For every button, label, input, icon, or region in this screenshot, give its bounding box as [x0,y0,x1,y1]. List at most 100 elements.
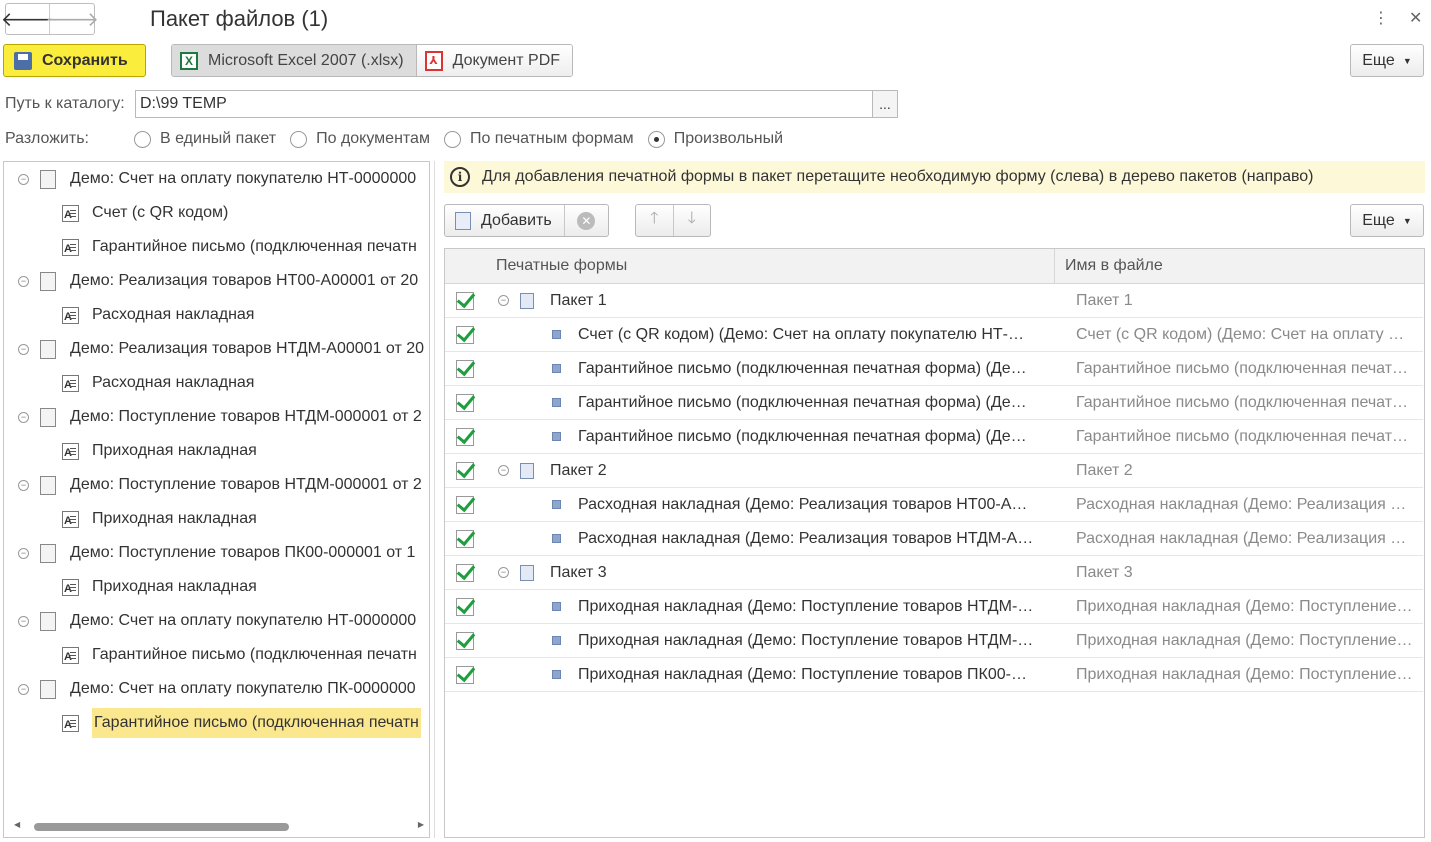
table-row-package[interactable]: − Пакет 2 Пакет 2 [445,454,1423,488]
format-excel-button[interactable]: X Microsoft Excel 2007 (.xlsx) [172,45,417,76]
radio-by-documents[interactable]: По документам [290,130,430,148]
column-header-print-forms[interactable]: Печатные формы [445,249,1055,283]
radio-single-package[interactable]: В единый пакет [134,130,276,148]
collapse-icon[interactable]: − [18,615,29,627]
collapse-icon[interactable]: − [18,411,29,423]
tree-form-row[interactable]: A Расходная накладная [62,298,254,332]
table-row[interactable]: Гарантийное письмо (подключенная печатна… [445,352,1423,386]
file-name[interactable]: Счет (с QR кодом) (Демо: Счет на оплату … [1066,326,1423,344]
tree-document-row[interactable]: − Демо: Счет на оплату покупателю НТ-0000… [18,162,416,196]
tree-item-label: Демо: Счет на оплату покупателю ПК-00000… [70,680,416,697]
tree-form-row[interactable]: A Приходная накладная [62,502,257,536]
file-name[interactable]: Пакет 2 [1066,462,1423,480]
row-checkbox[interactable] [456,291,474,310]
row-checkbox[interactable] [456,495,474,514]
row-checkbox[interactable] [456,461,474,480]
column-header-file-name[interactable]: Имя в файле [1055,249,1424,283]
more-menu-icon[interactable]: ⋮ [1373,8,1389,28]
source-tree: − Демо: Счет на оплату покупателю НТ-0000… [3,161,430,838]
scroll-left-icon[interactable]: ◀ [14,820,20,829]
row-checkbox[interactable] [456,393,474,412]
table-row[interactable]: Гарантийное письмо (подключенная печатна… [445,420,1423,454]
row-checkbox[interactable] [456,631,474,650]
tree-document-row[interactable]: − Демо: Реализация товаров НТ00-А00001 от… [18,264,418,298]
collapse-icon[interactable]: − [18,275,29,287]
table-row[interactable]: Приходная накладная (Демо: Поступление т… [445,590,1423,624]
row-checkbox[interactable] [456,597,474,616]
table-row-package[interactable]: − Пакет 3 Пакет 3 [445,556,1423,590]
row-checkbox[interactable] [456,529,474,548]
table-row[interactable]: Расходная накладная (Демо: Реализация то… [445,522,1423,556]
tree-form-row-selected[interactable]: A Гарантийное письмо (подключенная печатн [62,706,421,740]
print-form-name: Расходная накладная (Демо: Реализация то… [578,495,1028,513]
collapse-icon[interactable]: − [498,567,509,578]
add-button[interactable]: Добавить [445,205,565,236]
move-down-button[interactable]: 🡓 [674,205,711,236]
tree-document-row[interactable]: − Демо: Поступление товаров ПК00-000001 о… [18,536,415,570]
file-name[interactable]: Гарантийное письмо (подключенная печат… [1066,360,1423,378]
collapse-icon[interactable]: − [498,465,509,476]
file-name[interactable]: Приходная накладная (Демо: Поступление… [1066,598,1423,616]
table-row[interactable]: Приходная накладная (Демо: Поступление т… [445,658,1423,692]
row-checkbox[interactable] [456,325,474,344]
file-name[interactable]: Приходная накладная (Демо: Поступление… [1066,632,1423,650]
panel-splitter[interactable] [434,161,435,838]
split-mode-group: Разложить: В единый пакет По документам … [5,130,797,148]
row-checkbox[interactable] [456,563,474,582]
tree-document-row[interactable]: − Демо: Поступление товаров НТДМ-000001 о… [18,400,422,434]
collapse-icon[interactable]: − [18,683,29,695]
close-icon[interactable]: ✕ [1409,8,1422,28]
horizontal-scrollbar[interactable]: ◀ ▶ [14,820,424,832]
tree-document-row[interactable]: − Демо: Счет на оплату покупателю НТ-0000… [18,604,416,638]
file-name[interactable]: Расходная накладная (Демо: Реализация … [1066,496,1423,514]
tree-form-row[interactable]: A Приходная накладная [62,434,257,468]
collapse-icon[interactable]: − [18,343,29,355]
file-name[interactable]: Гарантийное письмо (подключенная печат… [1066,394,1423,412]
row-checkbox[interactable] [456,427,474,446]
radio-label: По печатным формам [469,130,634,147]
file-name[interactable]: Гарантийное письмо (подключенная печат… [1066,428,1423,446]
print-form-name: Приходная накладная (Демо: Поступление т… [578,665,1027,683]
print-form-icon [552,500,561,509]
collapse-icon[interactable]: − [18,173,29,185]
row-checkbox[interactable] [456,665,474,684]
tree-form-row[interactable]: A Приходная накладная [62,570,257,604]
table-row[interactable]: Гарантийное письмо (подключенная печатна… [445,386,1423,420]
browse-button[interactable]: ... [872,90,898,118]
back-button[interactable]: 🡐 [1,4,54,34]
collapse-icon[interactable]: − [18,479,29,491]
table-row-package[interactable]: − Пакет 1 Пакет 1 [445,284,1423,318]
radio-by-print-forms[interactable]: По печатным формам [443,130,634,148]
tree-document-row[interactable]: − Демо: Реализация товаров НТДМ-А00001 от… [18,332,424,366]
tree-form-row[interactable]: A Счет (с QR кодом) [62,196,228,230]
path-input[interactable]: D:\99 TEMP [135,90,873,118]
move-up-button[interactable]: 🡑 [636,205,674,236]
info-message: i Для добавления печатной формы в пакет … [444,161,1425,193]
more-button[interactable]: Еще ▼ [1350,44,1424,77]
table-row[interactable]: Счет (с QR кодом) (Демо: Счет на оплату … [445,318,1423,352]
forward-button[interactable]: 🡒 [45,4,99,34]
scrollbar-thumb[interactable] [34,823,289,831]
tree-form-row[interactable]: A Гарантийное письмо (подключенная печатн [62,638,417,672]
save-button[interactable]: Сохранить [3,44,146,77]
collapse-icon[interactable]: − [498,295,509,306]
print-form-icon: A [62,306,79,324]
tree-document-row[interactable]: − Демо: Поступление товаров НТДМ-000001 о… [18,468,422,502]
packages-more-button[interactable]: Еще ▼ [1350,204,1424,237]
table-row[interactable]: Расходная накладная (Демо: Реализация то… [445,488,1423,522]
delete-button[interactable]: ✕ [565,205,608,236]
print-form-icon: A [62,714,79,732]
radio-custom[interactable]: Произвольный [647,130,783,148]
tree-form-row[interactable]: A Гарантийное письмо (подключенная печатн [62,230,417,264]
scroll-right-icon[interactable]: ▶ [418,820,424,829]
file-name[interactable]: Приходная накладная (Демо: Поступление… [1066,666,1423,684]
tree-document-row[interactable]: − Демо: Счет на оплату покупателю ПК-0000… [18,672,416,706]
collapse-icon[interactable]: − [18,547,29,559]
row-checkbox[interactable] [456,359,474,378]
format-pdf-button[interactable]: ⅄ Документ PDF [416,45,573,76]
tree-form-row[interactable]: A Расходная накладная [62,366,254,400]
file-name[interactable]: Расходная накладная (Демо: Реализация … [1066,530,1423,548]
table-row[interactable]: Приходная накладная (Демо: Поступление т… [445,624,1423,658]
file-name[interactable]: Пакет 1 [1066,292,1423,310]
file-name[interactable]: Пакет 3 [1066,564,1423,582]
